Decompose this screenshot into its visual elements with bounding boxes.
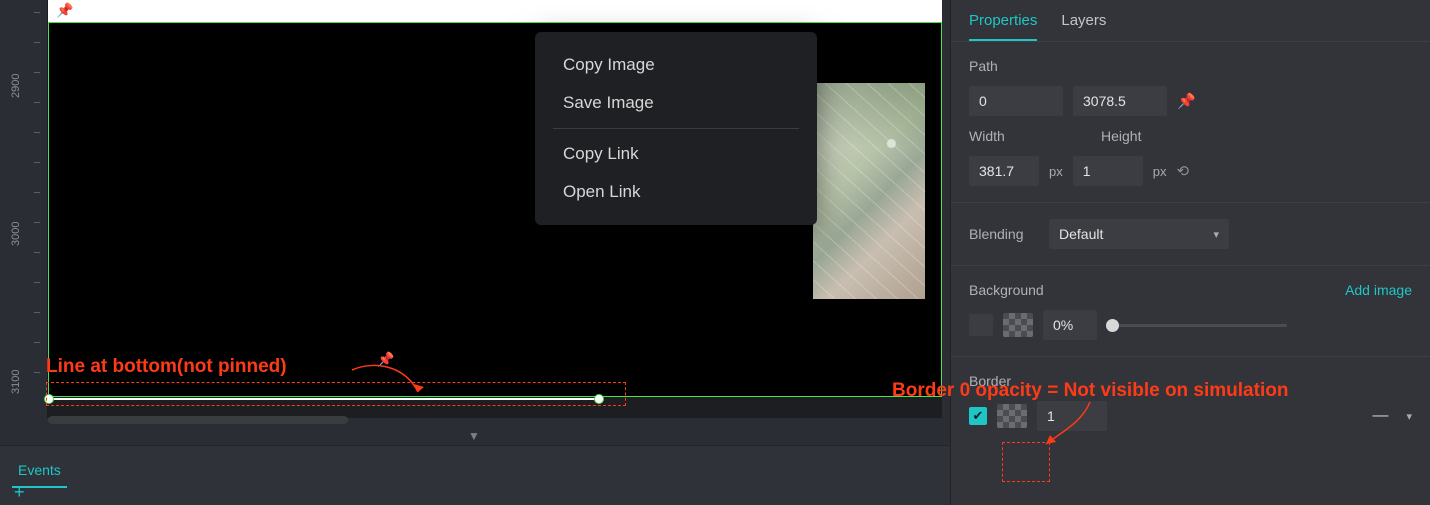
width-label: Width (969, 128, 1039, 144)
ruler-tick (34, 12, 40, 13)
ruler-tick (34, 162, 40, 163)
ruler-tick (34, 222, 40, 223)
menu-copy-image[interactable]: Copy Image (535, 46, 817, 84)
selection-handle[interactable] (44, 394, 54, 404)
path-label: Path (969, 58, 1039, 74)
ruler-tick (34, 72, 40, 73)
tab-properties[interactable]: Properties (969, 12, 1037, 41)
canvas-viewport[interactable]: 📌 📌 📌 Copy Image Save Image Copy Link Op… (48, 0, 942, 418)
add-event-button[interactable]: + (14, 482, 25, 503)
ruler-tick (34, 312, 40, 313)
panel-tabs: Properties Layers (951, 0, 1430, 42)
canvas-area: 2900 3000 3100 📌 📌 📌 Copy Image S (0, 0, 950, 505)
bg-opacity-input[interactable] (1043, 310, 1097, 340)
ruler-tick (34, 132, 40, 133)
properties-panel: Properties Layers Path 📌 Width Height px… (950, 0, 1430, 505)
height-unit: px (1153, 164, 1167, 179)
ruler-tick-label: 3100 (10, 370, 22, 394)
chevron-down-icon[interactable]: ▾ (1406, 410, 1412, 423)
border-label: Border (969, 373, 1039, 389)
blending-select[interactable]: Default ▾ (1049, 219, 1229, 249)
width-unit: px (1049, 164, 1063, 179)
ruler-tick (34, 192, 40, 193)
ruler-tick-label: 3000 (10, 222, 22, 246)
slider-thumb[interactable] (1106, 319, 1119, 332)
pin-icon[interactable]: 📌 (1177, 92, 1196, 110)
border-style-icon: — (1372, 407, 1396, 425)
border-enabled-checkbox[interactable]: ✔ (969, 407, 987, 425)
height-label: Height (1101, 128, 1171, 144)
ruler-tick (34, 252, 40, 253)
ruler-tick (34, 102, 40, 103)
ruler-tick (34, 282, 40, 283)
horizontal-scrollbar[interactable] (48, 416, 348, 424)
bg-color-swatch[interactable] (969, 314, 993, 336)
menu-save-image[interactable]: Save Image (535, 84, 817, 122)
page-fragment: 📌 (48, 0, 942, 22)
expand-handle-icon[interactable]: ▼ (468, 429, 480, 443)
ruler-tick (34, 372, 40, 373)
border-width-input[interactable] (1037, 401, 1107, 431)
blending-label: Blending (969, 226, 1039, 242)
bg-opacity-slider[interactable] (1107, 324, 1287, 327)
background-label: Background (969, 282, 1044, 298)
selected-line-shape[interactable] (49, 398, 599, 400)
divider (951, 202, 1430, 203)
ruler-vertical: 2900 3000 3100 (0, 0, 48, 418)
selection-handle[interactable] (594, 394, 604, 404)
path-y-input[interactable] (1073, 86, 1167, 116)
pin-icon: 📌 (377, 351, 394, 368)
link-dimensions-icon[interactable]: ⟲ (1176, 162, 1189, 180)
ruler-tick (34, 42, 40, 43)
ruler-tick (34, 342, 40, 343)
divider (951, 356, 1430, 357)
image-thumbnail[interactable] (813, 83, 925, 299)
path-x-input[interactable] (969, 86, 1063, 116)
height-input[interactable] (1073, 156, 1143, 186)
chevron-down-icon: ▾ (1213, 228, 1219, 241)
add-image-link[interactable]: Add image (1345, 282, 1412, 298)
blending-value: Default (1059, 226, 1103, 242)
border-color-swatch[interactable] (997, 404, 1027, 428)
tab-layers[interactable]: Layers (1061, 12, 1106, 41)
ruler-tick-label: 2900 (10, 74, 22, 98)
menu-copy-link[interactable]: Copy Link (535, 135, 817, 173)
bottom-panel: Events + (0, 445, 950, 505)
pin-icon: 📌 (56, 2, 73, 19)
context-menu: Copy Image Save Image Copy Link Open Lin… (535, 32, 817, 225)
divider (951, 265, 1430, 266)
menu-divider (553, 128, 799, 129)
bg-checker-swatch[interactable] (1003, 313, 1033, 337)
width-input[interactable] (969, 156, 1039, 186)
menu-open-link[interactable]: Open Link (535, 173, 817, 211)
